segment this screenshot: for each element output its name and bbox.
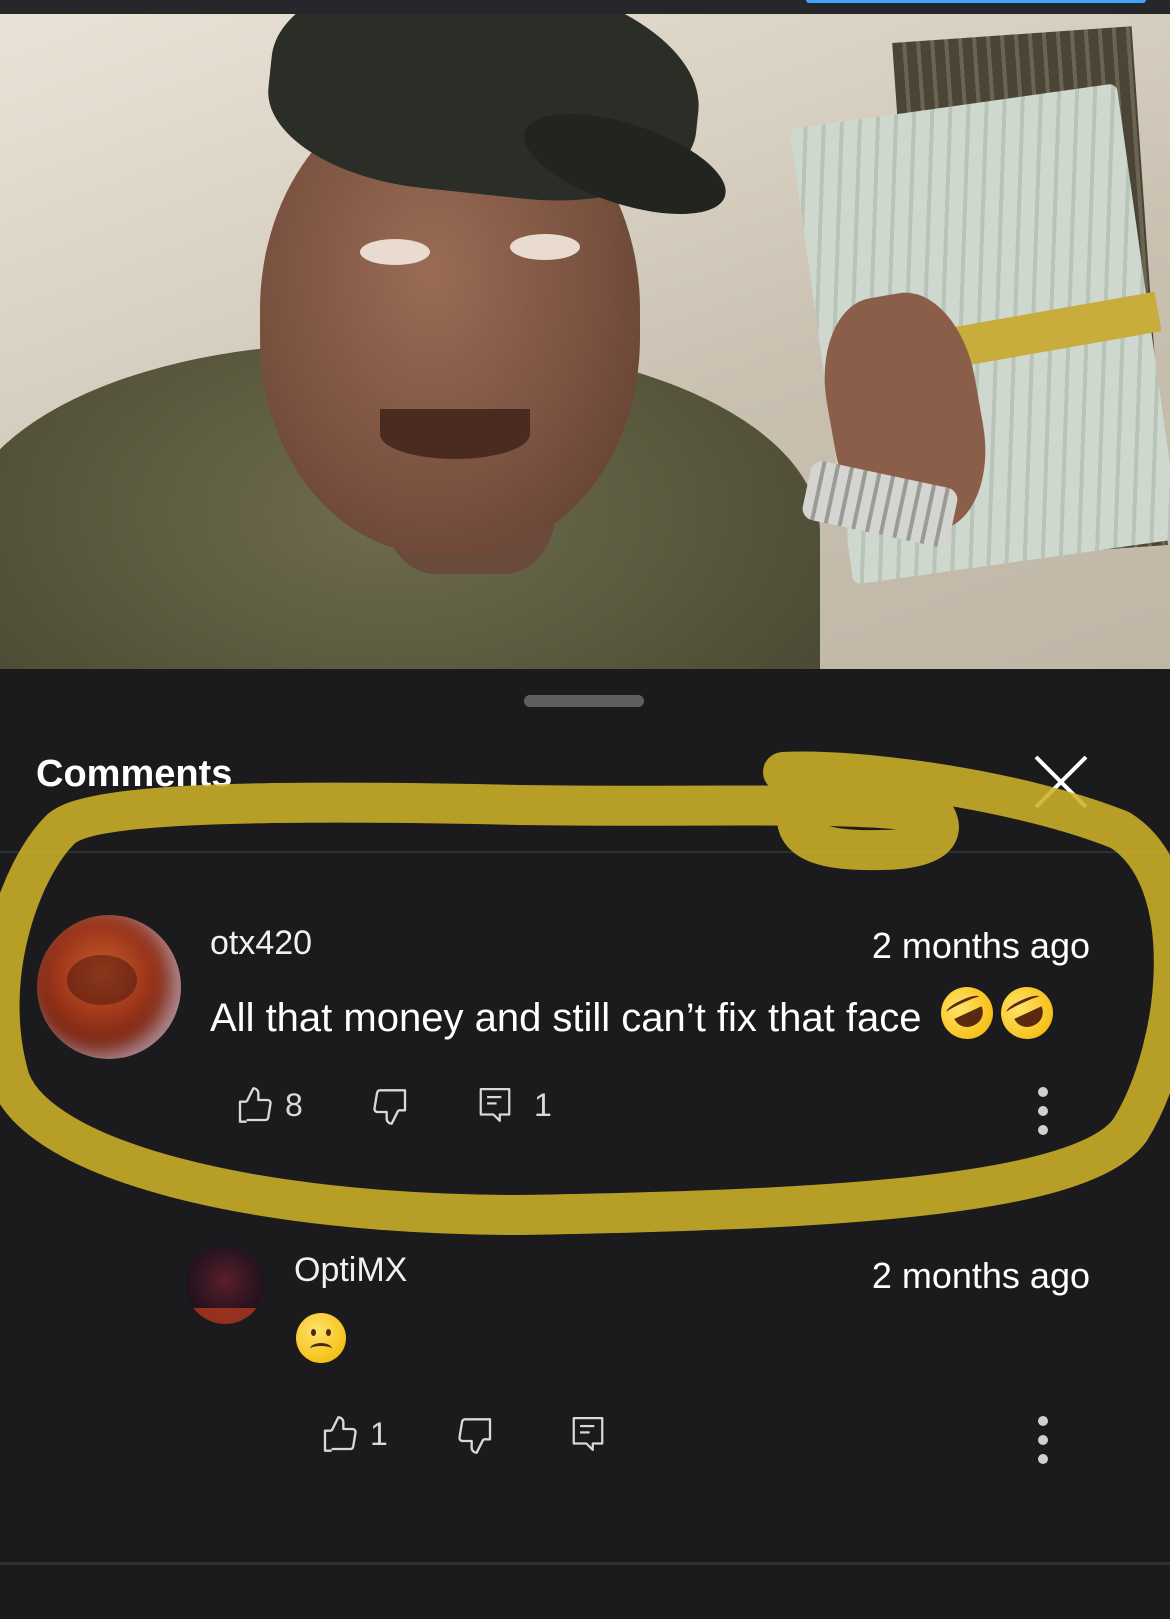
avatar[interactable] <box>186 1246 264 1324</box>
thumbs-down-icon <box>373 1089 407 1125</box>
top-status-bar <box>0 0 1170 14</box>
comment-body: All that money and still can’t fix that … <box>210 996 922 1040</box>
thumbs-up-icon <box>238 1087 272 1123</box>
close-button[interactable] <box>1030 751 1092 813</box>
like-button[interactable]: 8 <box>235 1085 303 1125</box>
person-eye-left <box>360 239 430 265</box>
person-eye-right <box>510 234 580 260</box>
reply-timestamp: 2 months ago <box>871 1255 1090 1296</box>
comment-author[interactable]: otx420 <box>210 924 312 963</box>
reply-count: 1 <box>534 1086 552 1123</box>
frowning-face-emoji-icon <box>296 1313 346 1363</box>
avatar[interactable] <box>37 915 181 1059</box>
like-count: 8 <box>285 1086 303 1123</box>
more-options-button[interactable] <box>1028 1081 1058 1141</box>
dot <box>1038 1435 1048 1445</box>
reply-button[interactable] <box>569 1414 607 1454</box>
dot <box>1038 1416 1048 1426</box>
dot <box>1038 1087 1048 1097</box>
comment-timestamp: 2 months ago <box>871 925 1090 966</box>
comments-title: Comments <box>36 753 233 795</box>
rolling-laughing-emoji-icon <box>992 978 1062 1048</box>
like-button[interactable]: 1 <box>320 1414 388 1454</box>
video-progress-indicator <box>806 0 1146 3</box>
divider <box>0 1562 1170 1565</box>
more-options-button[interactable] <box>1028 1410 1058 1470</box>
comment-icon <box>479 1088 511 1122</box>
dot <box>1038 1106 1048 1116</box>
dot <box>1038 1125 1048 1135</box>
video-player[interactable] <box>0 14 1170 669</box>
thumbs-up-icon <box>323 1416 357 1452</box>
comments-sheet: Comments otx420 2 months ago All that mo… <box>0 669 1170 1619</box>
rolling-laughing-emoji-icon <box>932 978 1002 1048</box>
reply-text <box>296 1313 346 1363</box>
person-mouth <box>380 409 530 459</box>
dislike-button[interactable] <box>370 1087 410 1127</box>
dislike-button[interactable] <box>455 1416 495 1456</box>
dot <box>1038 1454 1048 1464</box>
drag-handle[interactable] <box>524 695 644 707</box>
comment-text: All that money and still can’t fix that … <box>210 978 1062 1048</box>
close-icon <box>1034 755 1088 809</box>
reply-author[interactable]: OptiMX <box>294 1251 407 1290</box>
thumbs-down-icon <box>458 1418 492 1454</box>
like-count: 1 <box>370 1415 388 1452</box>
divider <box>0 851 1170 853</box>
comment-icon <box>572 1417 604 1451</box>
reply-button[interactable]: 1 <box>476 1085 552 1125</box>
